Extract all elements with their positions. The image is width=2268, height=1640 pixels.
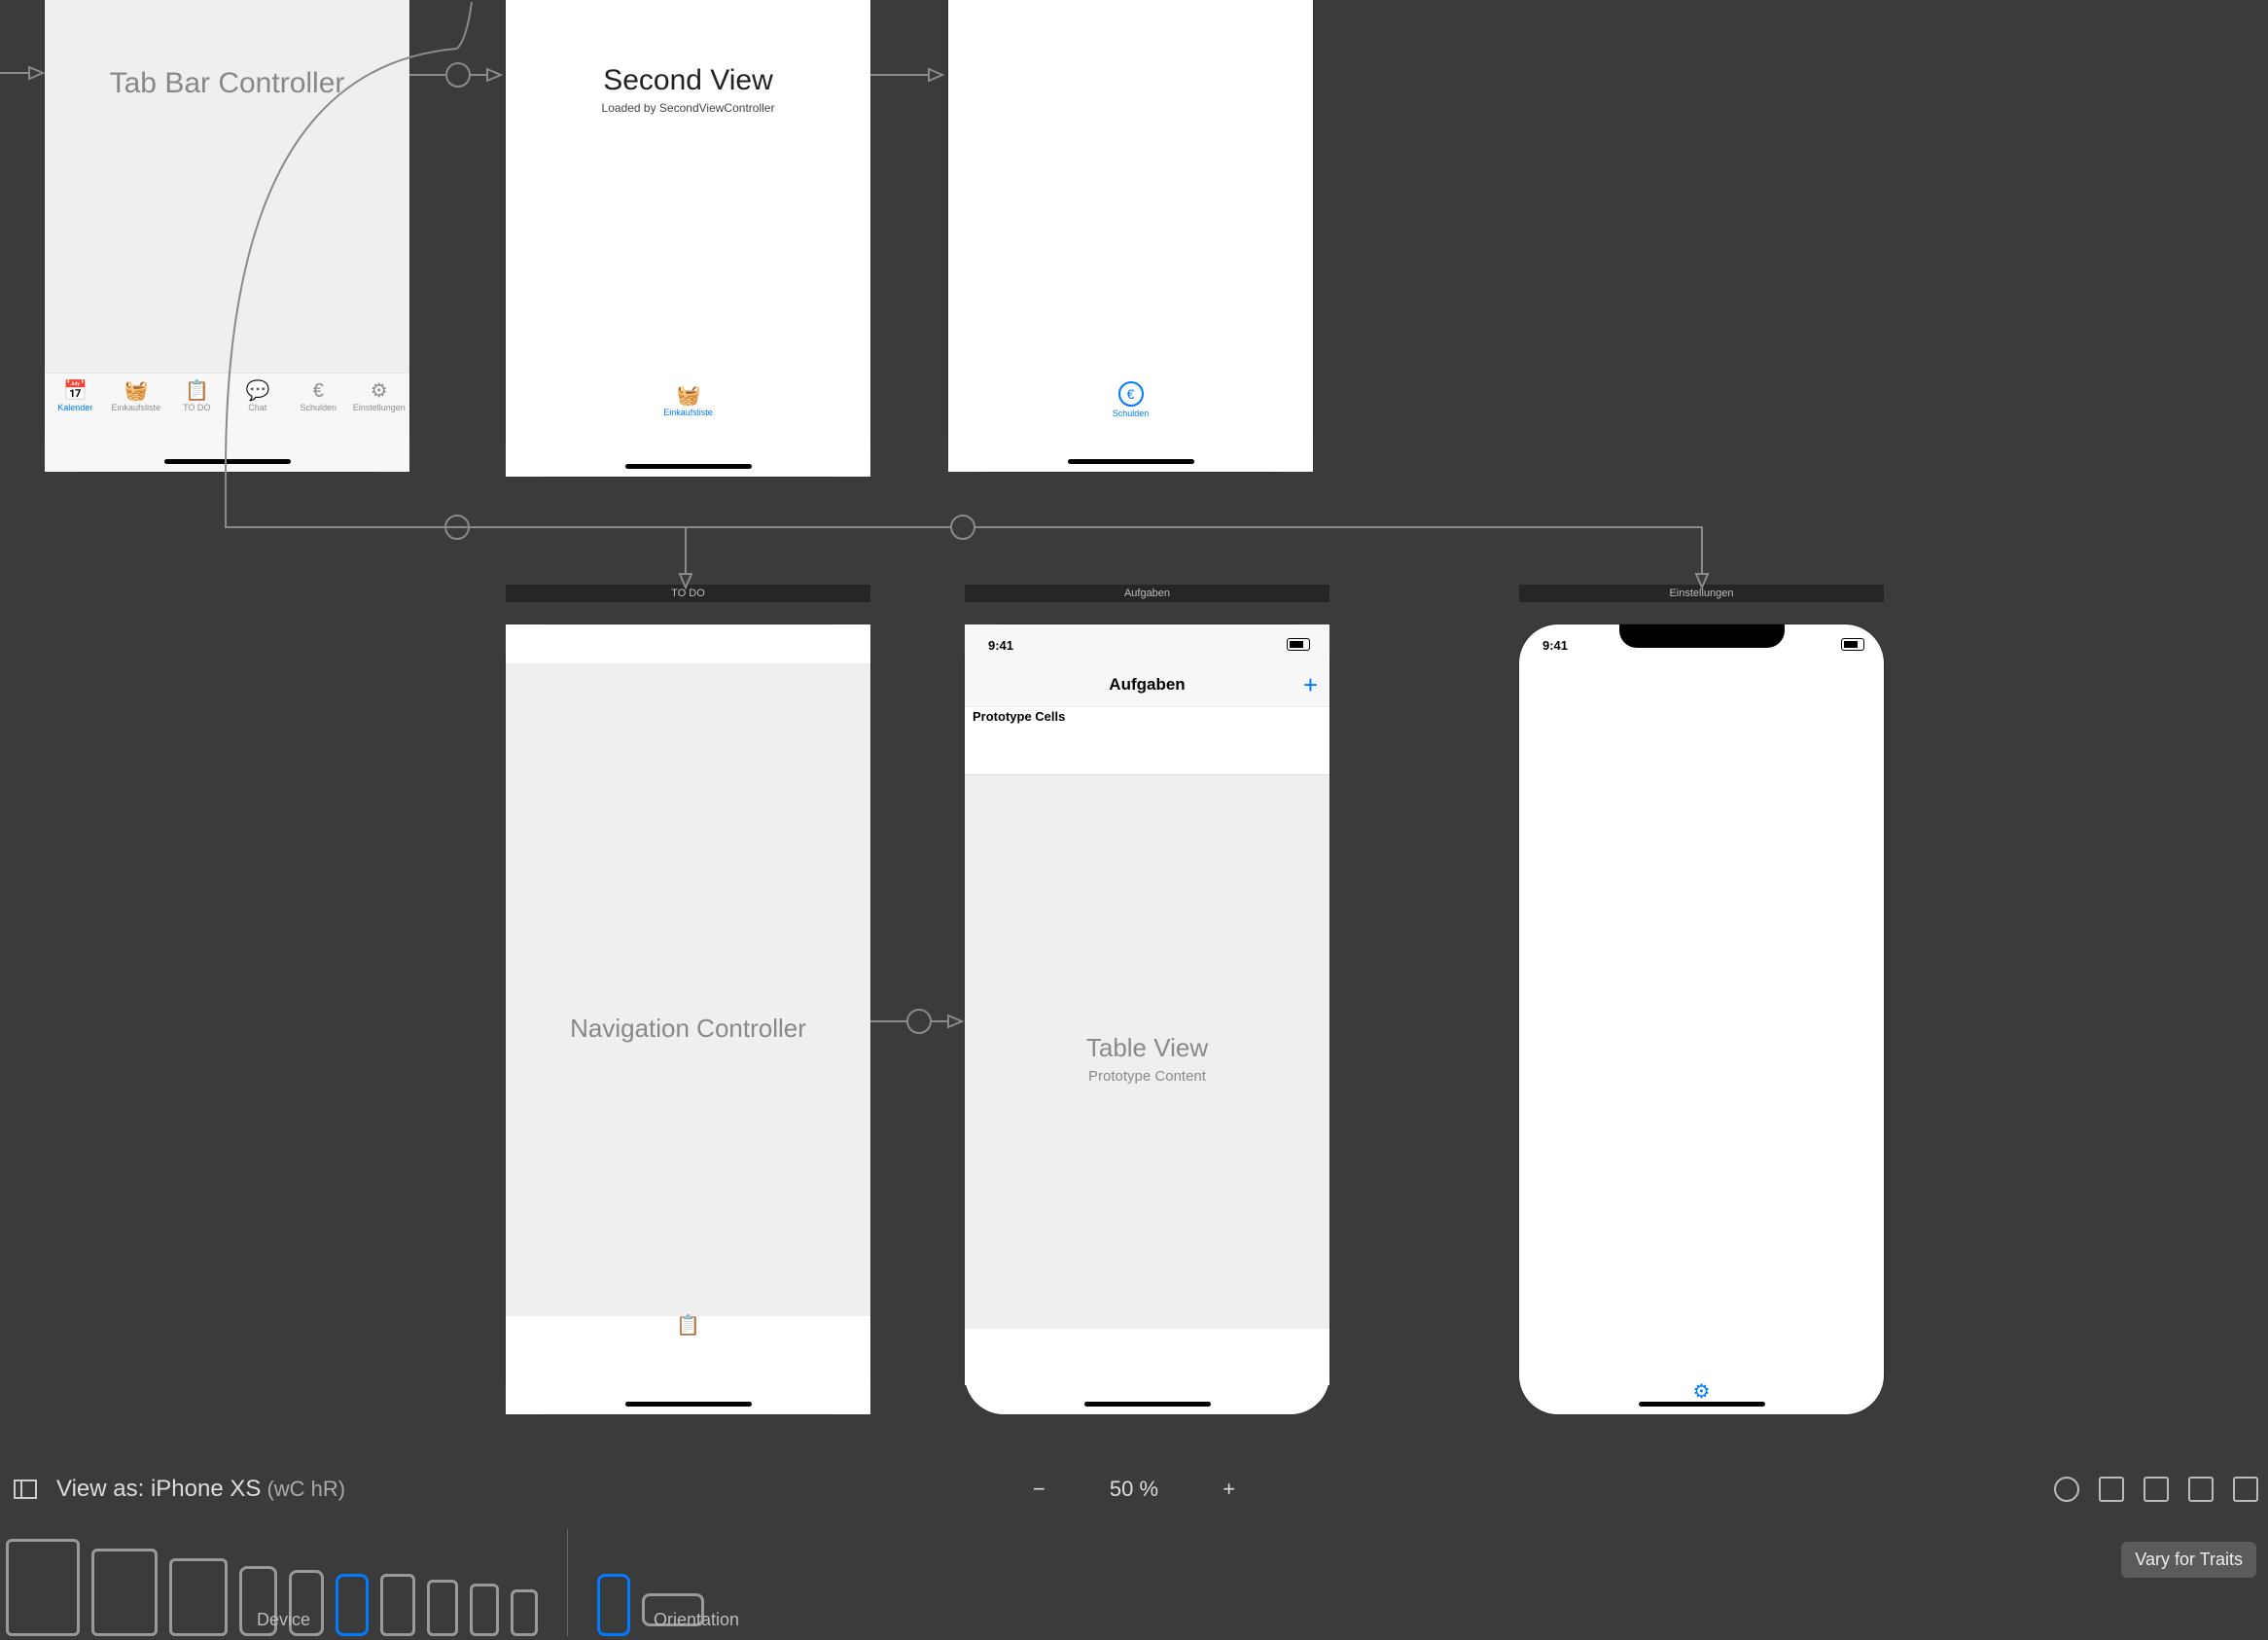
home-indicator	[1084, 1402, 1211, 1407]
canvas-tools	[2054, 1477, 2258, 1502]
scene-navigation-controller[interactable]: 9:41 Navigation Controller 📋	[506, 624, 870, 1414]
zoom-controls: − 50 % +	[0, 1477, 2268, 1502]
segue-arrow[interactable]	[870, 60, 948, 89]
device-label: Device	[257, 1610, 310, 1630]
tab-bar-single: €Schulden	[948, 374, 1313, 472]
device-iphone-4s[interactable]	[511, 1589, 538, 1636]
vary-for-traits-button[interactable]: Vary for Traits	[2121, 1542, 2256, 1578]
prototype-cell[interactable]	[965, 731, 1329, 775]
battery-icon	[1841, 638, 1864, 651]
clipboard-icon: 📋	[676, 1316, 700, 1383]
refresh-icon[interactable]	[2054, 1477, 2079, 1502]
euro-icon: €	[1118, 381, 1144, 407]
tab-bar-single: 📋	[506, 1316, 870, 1414]
segue-arrow[interactable]	[0, 58, 49, 88]
tableview-label: Table View	[965, 1033, 1329, 1063]
scene-schulden[interactable]: €Schulden	[948, 0, 1313, 472]
nav-controller-title: Navigation Controller	[506, 1014, 870, 1044]
device-ipad-pro-11[interactable]	[91, 1549, 158, 1636]
add-button[interactable]: +	[1303, 663, 1318, 706]
basket-icon: 🧺	[677, 386, 700, 406]
prototype-cells-header: Prototype Cells	[965, 707, 1329, 733]
notch	[1619, 624, 1785, 648]
storyboard-canvas[interactable]: Tab Bar Controller 📅Kalender 🧺Einkaufsli…	[0, 0, 2268, 1636]
calendar-icon: 📅	[63, 381, 87, 401]
status-time: 9:41	[1542, 638, 1568, 653]
scene-einstellungen[interactable]: 9:41 ⚙	[1519, 624, 1884, 1414]
battery-icon	[1287, 638, 1310, 651]
segue-arrow-settings[interactable]	[224, 472, 1731, 627]
status-time: 9:41	[988, 638, 1013, 653]
pin-icon[interactable]	[2188, 1477, 2214, 1502]
clipboard-icon: 📋	[185, 381, 208, 401]
home-indicator	[1639, 1402, 1765, 1407]
home-indicator	[625, 464, 752, 469]
orientation-label: Orientation	[654, 1610, 739, 1630]
orientation-portrait[interactable]	[597, 1574, 630, 1636]
align-icon[interactable]	[2144, 1477, 2169, 1502]
device-iphone-se[interactable]	[470, 1584, 499, 1636]
device-ipad-pro-12[interactable]	[6, 1539, 80, 1636]
segue-arrow-root[interactable]	[870, 1007, 968, 1036]
tableview-sublabel: Prototype Content	[965, 1068, 1329, 1085]
device-bar-header: View as: iPhone XS (wC hR) − 50 % +	[0, 1467, 2268, 1512]
tab-einkaufsliste[interactable]: 🧺Einkaufsliste	[106, 374, 167, 454]
zoom-in-button[interactable]: +	[1223, 1477, 1235, 1501]
resolve-icon[interactable]	[2233, 1477, 2258, 1502]
home-indicator	[1068, 459, 1194, 464]
device-ipad[interactable]	[169, 1558, 228, 1636]
device-picker-row	[0, 1512, 2268, 1640]
device-iphone-xs[interactable]	[336, 1574, 369, 1636]
zoom-out-button[interactable]: −	[1033, 1477, 1045, 1501]
nav-title: Aufgaben	[1109, 675, 1185, 694]
device-iphone-8-plus[interactable]	[380, 1574, 415, 1636]
zoom-level: 50 %	[1110, 1477, 1158, 1501]
device-iphone-8[interactable]	[427, 1580, 458, 1636]
tab-kalender[interactable]: 📅Kalender	[45, 374, 106, 454]
home-indicator	[625, 1402, 752, 1407]
divider	[567, 1529, 568, 1636]
tab-einkaufsliste-single[interactable]: 🧺Einkaufsliste	[650, 378, 727, 459]
basket-icon: 🧺	[124, 381, 148, 401]
nav-bar: Aufgaben +	[965, 663, 1329, 707]
gear-icon: ⚙	[1693, 1381, 1711, 1403]
tab-schulden-single[interactable]: €Schulden	[1092, 374, 1170, 454]
scene-aufgaben[interactable]: 9:41 Aufgaben + Prototype Cells Table Vi…	[965, 624, 1329, 1414]
device-bar: View as: iPhone XS (wC hR) − 50 % + Devi…	[0, 1467, 2268, 1636]
embed-in-icon[interactable]	[2099, 1477, 2124, 1502]
